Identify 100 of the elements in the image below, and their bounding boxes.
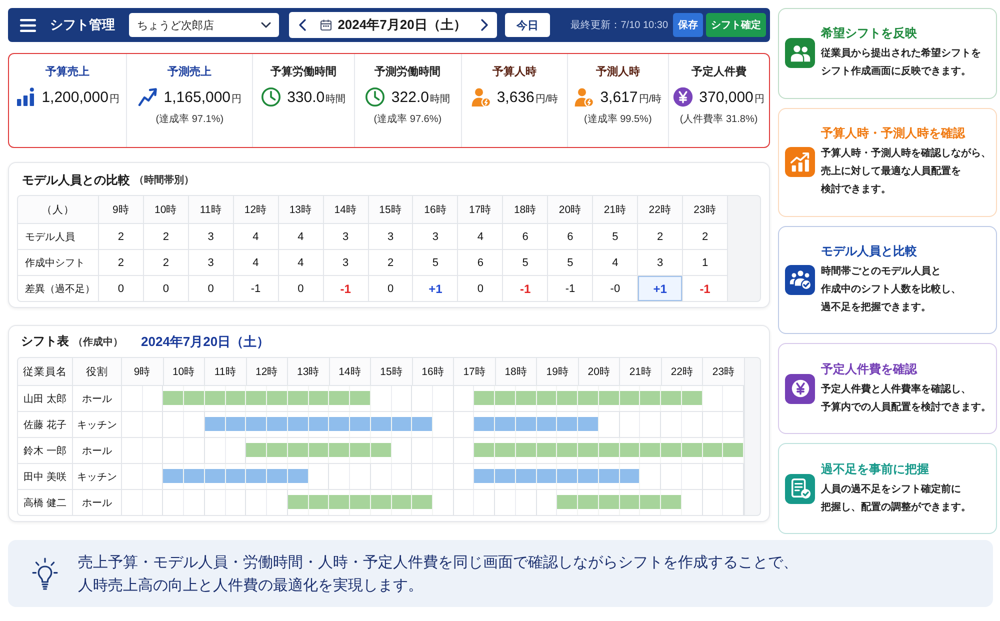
table-header-cell: 11時 (188, 196, 233, 223)
table-header-cell: 17時 (458, 196, 502, 223)
table-header-cell: 12時 (234, 196, 278, 223)
feature-title: 希望シフトを反映 (821, 25, 918, 42)
feature-description: 予定人件費と人件費率を確認し、 予算内での人員配置を検討できます。 (821, 382, 992, 415)
table-cell: 3 (324, 224, 368, 249)
section-subtitle: （作成中） (73, 336, 123, 348)
table-header-cell: 23時 (703, 358, 744, 385)
table-cell: 2 (99, 250, 143, 275)
table-cell: 3 (413, 224, 458, 249)
feature-title: 過不足を事前に把握 (821, 460, 930, 477)
table-cell: 2 (99, 224, 143, 249)
table-cell: -0 (593, 276, 638, 301)
row-label: 作成中シフト (18, 250, 98, 275)
employee-role: ホール (73, 438, 121, 463)
yen-coin-icon (673, 87, 694, 107)
table-cell: 4 (278, 250, 323, 275)
table-header-cell: 22時 (662, 358, 702, 385)
table-cell: 0 (458, 276, 502, 301)
table-header-cell: （人） (18, 196, 98, 223)
table-header-cell: 23時 (683, 196, 727, 223)
table-cell: 0 (278, 276, 323, 301)
table-cell: -1 (234, 276, 278, 301)
table-cell: 5 (548, 250, 592, 275)
table-header-cell: 15時 (371, 358, 412, 385)
feature-title: 予算人時・予測人時を確認 (821, 125, 966, 142)
table-cell: 1 (683, 250, 727, 275)
table-cell: 3 (188, 250, 233, 275)
table-header-cell: 20時 (578, 358, 620, 385)
date-picker-button[interactable]: 2024年7月20日（土） (320, 15, 466, 35)
app-title: シフト管理 (50, 16, 115, 34)
table-header-cell: 10時 (164, 358, 204, 385)
trend-arrow-icon (138, 87, 158, 107)
employee-role: キッチン (73, 464, 121, 489)
table-header-cell: 17時 (454, 358, 495, 385)
table-cell: 5 (503, 250, 548, 275)
table-header-cell: 14時 (324, 196, 368, 223)
kpi-note: (達成率 99.5%) (584, 114, 652, 126)
kpi-value: 330.0 (287, 88, 325, 106)
table-header-cell: 13時 (288, 358, 329, 385)
bar-chart-icon (16, 87, 36, 107)
table-cell: +1 (413, 276, 458, 301)
kpi-label: 予測労働時間 (374, 65, 441, 79)
clock-icon (365, 87, 386, 107)
menu-icon (20, 18, 36, 32)
table-header-cell: 9時 (99, 196, 143, 223)
table-cell: -1 (503, 276, 548, 301)
section-title: モデル人員との比較 (22, 172, 130, 188)
today-button[interactable]: 今日 (505, 13, 550, 37)
row-label: モデル人員 (18, 224, 98, 249)
feature-title: 予定人件費を確認 (821, 360, 918, 377)
kpi-label: 予定人件費 (691, 65, 746, 79)
section-subtitle: （時間帯別） (134, 174, 194, 187)
table-cell: 3 (368, 224, 412, 249)
feature-description: 従業員から提出された希望シフトを シフト作成画面に反映できます。 (821, 46, 982, 80)
kpi-value: 3,617 (600, 88, 638, 106)
table-cell: 6 (548, 224, 592, 249)
table-header-cell: 13時 (278, 196, 323, 223)
table-cell: 0 (188, 276, 233, 301)
table-cell: 2 (144, 224, 188, 249)
table-cell: 4 (278, 224, 323, 249)
table-header-cell: 従業員名 (18, 358, 72, 385)
save-button[interactable]: 保存 (673, 13, 703, 37)
clock-icon (261, 87, 282, 107)
table-cell: 4 (234, 250, 278, 275)
table-cell: 6 (458, 250, 502, 275)
calendar-icon (320, 19, 332, 31)
table-cell: 3 (324, 250, 368, 275)
table-cell: 5 (593, 224, 638, 249)
feature-description: 時間帯ごとのモデル人員と 作成中のシフト人数を比較し、 過不足を把握できます。 (821, 264, 962, 315)
employee-name: 山田 太郎 (18, 386, 72, 411)
table-header-cell: 14時 (330, 358, 370, 385)
table-cell: 3 (638, 250, 682, 275)
table-header-cell: 12時 (246, 358, 288, 385)
kpi-unit: 円 (109, 92, 120, 106)
table-cell: +1 (638, 276, 682, 301)
kpi-unit: 円 (754, 92, 764, 106)
table-cell: 4 (234, 224, 278, 249)
feature-title: モデル人員と比較 (821, 242, 918, 259)
table-header-cell: 9時 (122, 358, 163, 385)
store-select[interactable]: ちょうど次郎店 (129, 13, 279, 37)
chevron-right-icon (480, 19, 488, 31)
table-cell: 4 (593, 250, 638, 275)
table-header-cell: 20時 (548, 196, 592, 223)
lightbulb-icon (32, 556, 58, 590)
kpi-note: (人件費率 31.8%) (680, 114, 758, 126)
kpi-note: (達成率 97.1%) (156, 114, 224, 126)
table-header-cell: 16時 (412, 358, 454, 385)
table-header-cell: 16時 (413, 196, 458, 223)
employee-name: 佐藤 花子 (18, 412, 72, 437)
table-header-cell: 21時 (593, 196, 638, 223)
table-cell: 0 (368, 276, 412, 301)
shift-date: 2024年7月20日（土） (141, 332, 270, 350)
table-cell: 3 (188, 224, 233, 249)
kpi-label: 予算労働時間 (270, 65, 336, 79)
employee-name: 田中 美咲 (18, 464, 72, 489)
table-header-cell: 15時 (368, 196, 412, 223)
confirm-button[interactable]: シフト確定 (706, 13, 766, 37)
kpi-label: 予測売上 (168, 65, 212, 79)
person-icon (470, 87, 491, 107)
